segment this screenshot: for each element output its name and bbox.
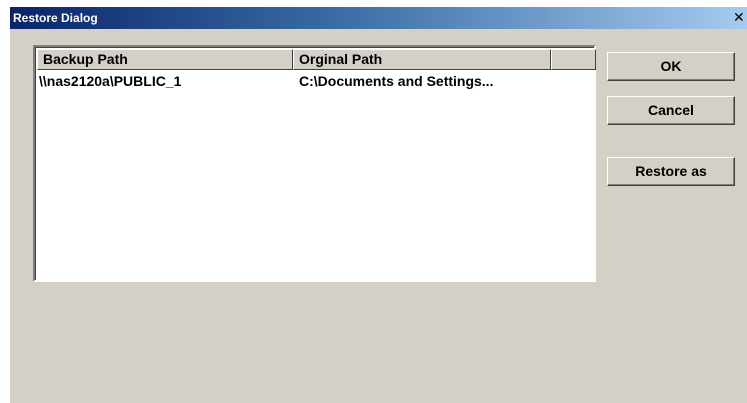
cancel-button[interactable]: Cancel bbox=[607, 96, 735, 125]
restore-dialog-window: Restore Dialog ✕ Backup Path Orginal Pat… bbox=[10, 7, 747, 403]
list-header: Backup Path Orginal Path bbox=[37, 49, 596, 70]
restore-list[interactable]: Backup Path Orginal Path \\nas2120a\PUBL… bbox=[33, 45, 596, 282]
close-icon[interactable]: ✕ bbox=[733, 10, 747, 26]
title-bar[interactable]: Restore Dialog ✕ bbox=[10, 7, 747, 29]
ok-button[interactable]: OK bbox=[607, 52, 735, 81]
column-header-backup-path[interactable]: Backup Path bbox=[37, 49, 293, 70]
window-title: Restore Dialog bbox=[13, 11, 98, 25]
backup-path-cell: \\nas2120a\PUBLIC_1 bbox=[39, 73, 182, 89]
column-header-original-path[interactable]: Orginal Path bbox=[293, 49, 551, 70]
table-row[interactable]: \\nas2120a\PUBLIC_1 C:\Documents and Set… bbox=[37, 72, 592, 90]
column-header-extra[interactable] bbox=[551, 49, 596, 70]
original-path-cell: C:\Documents and Settings... bbox=[299, 73, 494, 89]
restore-as-button[interactable]: Restore as bbox=[607, 157, 735, 186]
